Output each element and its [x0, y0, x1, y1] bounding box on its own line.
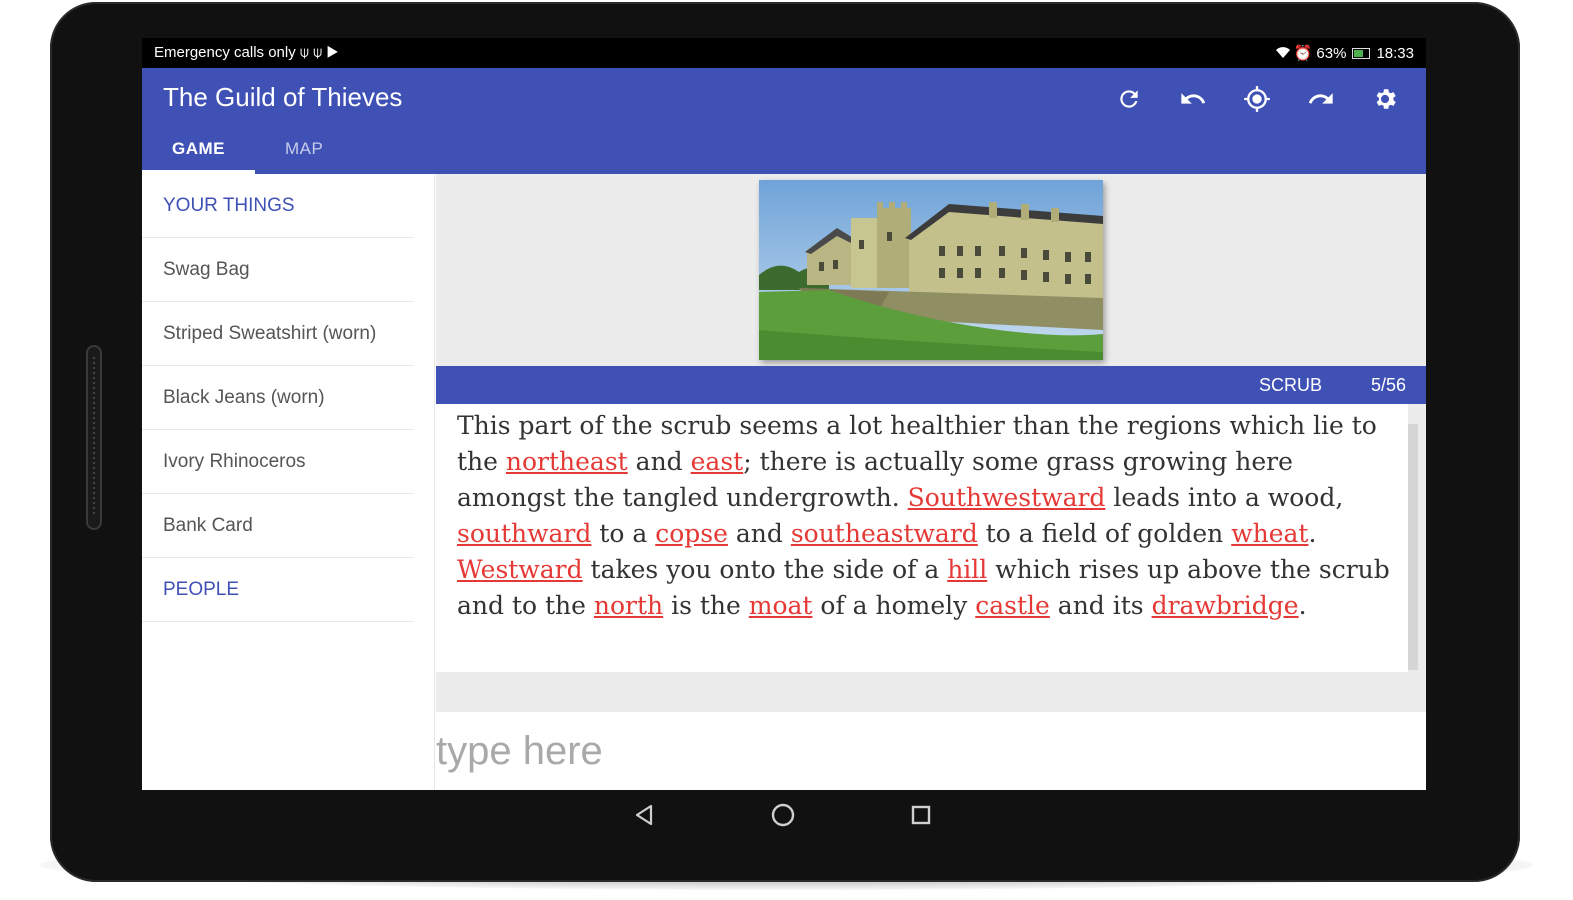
story-panel: This part of the scrub seems a lot healt…	[436, 404, 1408, 672]
play-store-icon: ▶	[326, 44, 339, 61]
story-text-segment: to a field of golden	[977, 519, 1232, 548]
system-nav-bar	[142, 790, 1426, 840]
story-link-north[interactable]: north	[594, 591, 663, 620]
inventory-sidebar: YOUR THINGS Swag Bag Striped Sweatshirt …	[142, 174, 435, 790]
tablet-side-button	[86, 345, 102, 530]
refresh-icon	[1120, 90, 1138, 108]
redo-icon	[1308, 93, 1333, 104]
wifi-icon	[1275, 47, 1290, 58]
tab-bar: GAME MAP	[142, 124, 353, 174]
story-link-southeastward[interactable]: southeastward	[791, 519, 978, 548]
story-link-wheat[interactable]: wheat	[1231, 519, 1308, 548]
settings-button[interactable]	[1364, 78, 1406, 120]
status-left: Emergency calls only ⍦ ⍦ ▶	[154, 44, 338, 61]
location-bar: SCRUB 5/56	[436, 366, 1426, 404]
tab-game[interactable]: GAME	[142, 124, 255, 174]
story-text-segment: and	[727, 519, 791, 548]
toolbar-actions	[1108, 78, 1406, 120]
story-link-westward[interactable]: Westward	[457, 555, 583, 584]
story-text-segment: is the	[663, 591, 749, 620]
locate-button[interactable]	[1236, 78, 1278, 120]
story-text-segment: .	[1298, 591, 1307, 620]
tab-map[interactable]: MAP	[255, 124, 353, 174]
redo-button[interactable]	[1300, 78, 1342, 120]
gps-target-icon	[1244, 86, 1270, 112]
screen: Emergency calls only ⍦ ⍦ ▶ ⏰ 63% 18:33 T…	[142, 38, 1426, 790]
game-panel: SCRUB 5/56 This part of the scrub seems …	[436, 174, 1426, 790]
story-scrollbar[interactable]	[1408, 424, 1418, 670]
story-link-hill[interactable]: hill	[947, 555, 987, 584]
home-icon	[771, 803, 795, 827]
story-link-moat[interactable]: moat	[749, 591, 813, 620]
story-link-castle[interactable]: castle	[975, 591, 1050, 620]
sidebar-item-swag-bag[interactable]: Swag Bag	[142, 238, 414, 302]
carrier-text: Emergency calls only	[154, 44, 296, 61]
command-bar	[436, 712, 1426, 790]
story-text-segment: and	[627, 447, 691, 476]
home-button[interactable]	[768, 800, 798, 830]
undo-button[interactable]	[1172, 78, 1214, 120]
location-name: SCRUB	[1258, 375, 1322, 395]
sidebar-item-black-jeans[interactable]: Black Jeans (worn)	[142, 366, 414, 430]
alarm-icon: ⏰	[1293, 45, 1313, 62]
story-text-segment: to a	[591, 519, 656, 548]
app-bar: The Guild of Thieves GAME MAP	[142, 68, 1426, 174]
story-text: This part of the scrub seems a lot healt…	[457, 408, 1397, 624]
usb-icon: ⍦	[313, 44, 323, 61]
battery-percent: 63%	[1316, 44, 1347, 62]
sidebar-item-striped-sweatshirt[interactable]: Striped Sweatshirt (worn)	[142, 302, 414, 366]
refresh-button[interactable]	[1108, 78, 1150, 120]
status-bar: Emergency calls only ⍦ ⍦ ▶ ⏰ 63% 18:33	[142, 38, 1426, 68]
app-title: The Guild of Thieves	[163, 82, 403, 112]
story-link-east[interactable]: east	[691, 447, 744, 476]
story-text-segment: takes you onto the side of a	[582, 555, 948, 584]
sidebar-item-bank-card[interactable]: Bank Card	[142, 494, 414, 558]
story-link-copse[interactable]: copse	[655, 519, 728, 548]
recents-icon	[911, 805, 931, 825]
castle-scene-image	[759, 180, 1103, 360]
sidebar-item-ivory-rhinoceros[interactable]: Ivory Rhinoceros	[142, 430, 414, 494]
back-button[interactable]	[630, 800, 660, 830]
clock: 18:33	[1376, 44, 1414, 62]
story-text-segment: .	[1308, 519, 1317, 548]
story-link-drawbridge[interactable]: drawbridge	[1152, 591, 1299, 620]
undo-icon	[1181, 93, 1206, 104]
back-icon	[635, 804, 653, 826]
story-text-segment: of a homely	[812, 591, 976, 620]
location-image	[759, 180, 1103, 360]
command-input[interactable]	[436, 724, 1416, 778]
location-counter: 5/56	[1370, 375, 1406, 395]
recents-button[interactable]	[906, 800, 936, 830]
gear-icon	[1376, 89, 1396, 109]
status-right: ⏰ 63% 18:33	[1275, 44, 1414, 62]
sidebar-header-people[interactable]: PEOPLE	[142, 558, 414, 622]
story-text-segment: and its	[1049, 591, 1152, 620]
battery-icon	[1352, 47, 1371, 59]
story-link-southward[interactable]: southward	[457, 519, 591, 548]
usb-icon: ⍦	[299, 44, 309, 61]
story-link-southwestward[interactable]: Southwestward	[908, 483, 1106, 512]
story-link-northeast[interactable]: northeast	[506, 447, 628, 476]
sidebar-header-your-things[interactable]: YOUR THINGS	[142, 174, 414, 238]
story-text-segment: leads into a wood,	[1105, 483, 1344, 512]
